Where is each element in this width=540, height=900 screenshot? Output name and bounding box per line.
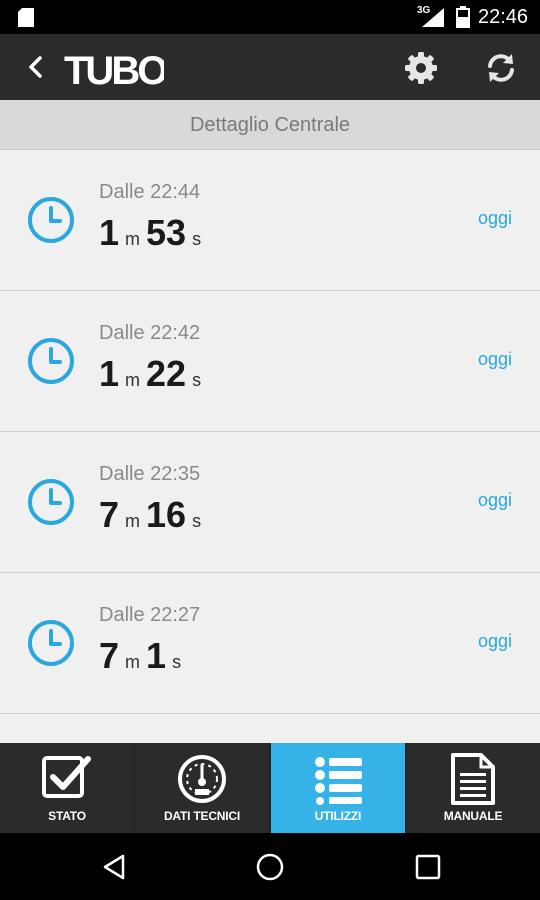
usage-duration: 1 m 22 s (99, 353, 207, 395)
status-time: 22:46 (478, 6, 529, 28)
usage-row[interactable]: Dalle 22:27 7m1s oggi (0, 573, 540, 715)
battery-icon (456, 6, 470, 28)
nav-recents-icon[interactable] (412, 851, 444, 883)
section-title: Dettaglio Centrale (189, 114, 351, 136)
status-bar: 3G 22:46 (0, 0, 540, 34)
usage-start-time: Dalle 22:42 (99, 322, 201, 344)
tab-label: MANUALE (443, 809, 503, 823)
back-arrow-icon[interactable] (24, 54, 48, 80)
duration-seconds: 53 (146, 212, 187, 253)
duration-minutes: 7 (99, 635, 120, 676)
usage-duration: 7 m 16 s (99, 494, 207, 536)
duration-minutes: 1 (99, 212, 120, 253)
refresh-icon[interactable] (484, 51, 518, 85)
usage-day-link[interactable]: oggi (478, 208, 512, 229)
system-nav-bar (0, 833, 540, 900)
usage-duration: 7m1s (99, 635, 187, 677)
settings-gear-icon[interactable] (404, 51, 438, 85)
gauge-icon (178, 755, 226, 803)
signal-icon (422, 8, 444, 27)
seconds-unit: s (192, 370, 202, 390)
clock-icon (28, 338, 74, 384)
sd-card-icon (18, 8, 34, 27)
seconds-unit: s (172, 652, 182, 672)
tab-label: UTILIZZI (314, 809, 362, 823)
usage-start-time: Dalle 22:44 (99, 181, 201, 203)
svg-text:TUBO: TUBO (64, 49, 164, 92)
tab-manuale[interactable]: MANUALE (406, 743, 540, 833)
duration-seconds: 16 (146, 494, 187, 535)
duration-minutes: 1 (99, 353, 120, 394)
minutes-unit: m (125, 229, 141, 249)
duration-seconds: 22 (146, 353, 187, 394)
minutes-unit: m (125, 511, 141, 531)
list-icon (315, 757, 362, 805)
nav-home-icon[interactable] (254, 851, 286, 883)
tab-label: DATI TECNICI (163, 809, 241, 823)
clock-icon (28, 479, 74, 525)
usage-day-link[interactable]: oggi (478, 490, 512, 511)
tab-utilizzi[interactable]: UTILIZZI (271, 743, 406, 833)
usage-start-time: Dalle 22:27 (99, 604, 201, 626)
usage-row[interactable]: Dalle 22:35 7 m 16 s oggi (0, 432, 540, 574)
usage-row-partial[interactable] (0, 714, 540, 743)
tab-stato[interactable]: STATO (0, 743, 135, 833)
usage-start-time: Dalle 22:35 (99, 463, 201, 485)
usage-duration: 1 m 53 s (99, 212, 207, 254)
usage-list[interactable]: Dalle 22:44 1 m 53 s oggi Dalle 22:42 1 m 22 s… (0, 150, 540, 743)
tab-dati-tecnici[interactable]: DATI TECNICI (135, 743, 270, 833)
duration-seconds: 1 (146, 635, 167, 676)
checkbox-icon (42, 756, 91, 798)
usage-row[interactable]: Dalle 22:42 1 m 22 s oggi (0, 291, 540, 433)
minutes-unit: m (125, 652, 141, 672)
bottom-tab-bar: STATO DATI TECNICI UTILIZZI MANUALE (0, 743, 540, 833)
usage-day-link[interactable]: oggi (478, 349, 512, 370)
clock-icon (28, 620, 74, 666)
duration-minutes: 7 (99, 494, 120, 535)
seconds-unit: s (192, 229, 202, 249)
tab-label: STATO (48, 809, 86, 823)
usage-day-link[interactable]: oggi (478, 631, 512, 652)
seconds-unit: s (192, 511, 202, 531)
minutes-unit: m (125, 370, 141, 390)
document-icon (451, 753, 495, 805)
section-header: Dettaglio Centrale (0, 100, 540, 150)
nav-back-icon[interactable] (98, 851, 130, 883)
tubo-logo: TUBO (64, 49, 164, 92)
usage-row[interactable]: Dalle 22:44 1 m 53 s oggi (0, 150, 540, 292)
app-bar: TUBO (0, 34, 540, 100)
clock-icon (28, 197, 74, 243)
